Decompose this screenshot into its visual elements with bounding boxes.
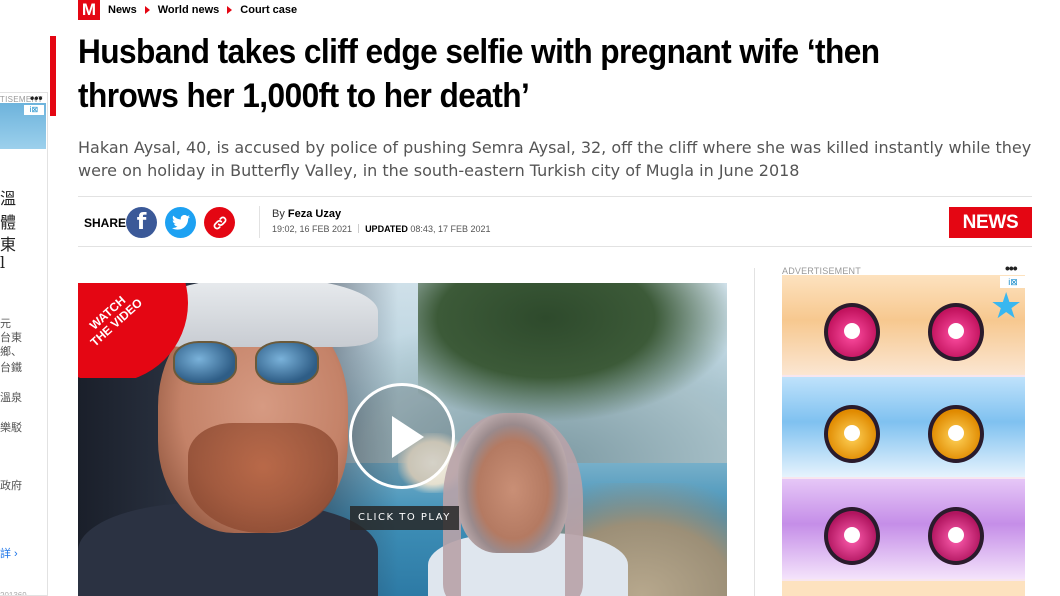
divider [78,246,1032,247]
left-ad-text: l [0,253,6,272]
left-ad-text: 溫泉 [0,391,22,404]
facebook-icon: f [136,210,147,235]
link-icon [213,216,226,229]
ad-image-panel [782,275,1025,375]
left-ad-footnote: 201369 [0,591,27,596]
video-scene [458,413,568,553]
updated-time: 08:43, 17 FEB 2021 [410,224,491,234]
published-time: 19:02, 16 FEB 2021 [272,224,353,234]
breadcrumb: M News World news Court case [78,0,297,20]
section-tag-news[interactable]: NEWS [949,207,1032,238]
right-advertisement[interactable] [782,275,1025,596]
byline-divider [259,206,260,238]
breadcrumb-news[interactable]: News [108,4,137,16]
left-ad-text: 鄉、 [0,345,22,358]
column-divider [754,268,755,596]
play-icon[interactable] [349,383,455,489]
copy-link-button[interactable] [204,207,235,238]
byline-prefix: By [272,208,285,220]
left-ad-text: 樂駁 [0,421,22,434]
video-scene [173,341,323,385]
article-dates: 19:02, 16 FEB 2021 UPDATED 08:43, 17 FEB … [272,224,490,234]
site-logo[interactable]: M [78,0,100,20]
article-standfirst: Hakan Aysal, 40, is accused by police of… [78,138,1032,180]
video-player[interactable]: WATCH THE VIDEO CLICK TO PLAY [78,283,727,596]
left-ad-text: 東 [0,235,17,254]
breadcrumb-arrow-icon [227,6,233,14]
byline: By Feza Uzay [272,208,341,220]
left-ad-text: 體 [0,213,17,232]
date-divider [358,224,360,233]
breadcrumb-world-news[interactable]: World news [158,4,220,16]
facebook-share-button[interactable]: f [126,207,157,238]
ad-image-panel [782,377,1025,477]
twitter-icon [171,215,190,230]
twitter-share-button[interactable] [165,207,196,238]
headline-accent-bar [50,36,56,116]
left-ad-more-link[interactable]: 詳 › [0,545,18,561]
article-headline: Husband takes cliff edge selfie with pre… [78,33,880,115]
breadcrumb-court-case[interactable]: Court case [240,4,297,16]
left-ad-image[interactable]: i⊠ [0,103,46,149]
left-ad-text: 台鐵 [0,361,22,374]
ad-menu-dots[interactable]: ••• [1005,260,1018,276]
left-ad-options-icon[interactable]: i⊠ [24,105,44,115]
share-label: SHARE [84,216,127,230]
video-scene [188,423,338,533]
video-scene [418,283,727,423]
breadcrumb-arrow-icon [144,6,150,14]
ad-image-panel [782,479,1025,579]
updated-label: UPDATED [365,224,408,234]
ad-image-panel [782,581,1025,596]
star-icon: ★ [990,285,1023,326]
left-ad-text: 溫 [0,189,17,208]
left-advertisement[interactable]: RTISEMENT ••• i⊠ 溫 體 東 l 元 台東 鄉、 台鐵 溫泉 樂… [0,92,48,596]
left-ad-text: 政府 [0,479,22,492]
divider [78,196,1032,197]
author-link[interactable]: Feza Uzay [288,208,341,220]
watch-the-video-banner: WATCH THE VIDEO [78,283,193,378]
click-to-play-label[interactable]: CLICK TO PLAY [350,506,459,530]
